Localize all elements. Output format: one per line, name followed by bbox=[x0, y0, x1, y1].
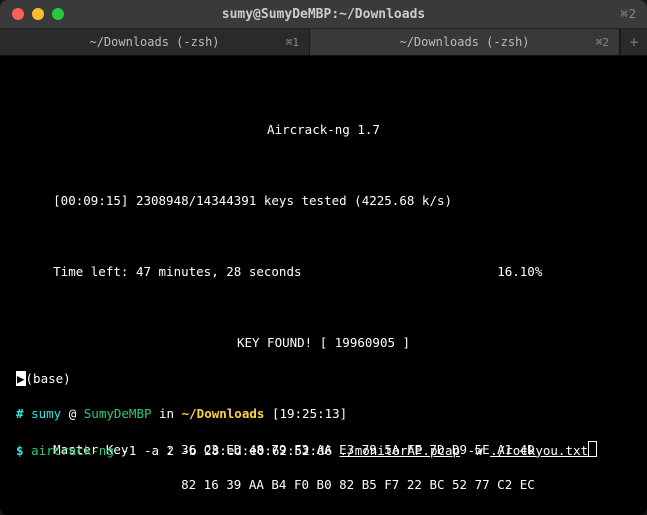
maximize-icon[interactable] bbox=[52, 8, 64, 20]
tab-label: ~/Downloads (-zsh) bbox=[89, 35, 219, 49]
titlebar-shortcut: ⌘2 bbox=[621, 7, 637, 21]
blank-line bbox=[8, 86, 639, 104]
prompt-block[interactable]: ▶(base) # sumy @ SumyDeMBP in ~/Download… bbox=[8, 340, 639, 501]
prompt-input[interactable]: $ aircrack-ng -1 -a 2 -b 28:ed:e0:62:52:… bbox=[16, 441, 631, 460]
new-tab-button[interactable]: + bbox=[620, 29, 647, 55]
blank-line bbox=[8, 157, 639, 175]
terminal-window: sumy@SumyDeMBP:~/Downloads ⌘2 ~/Download… bbox=[0, 0, 647, 515]
blank-line bbox=[8, 299, 639, 317]
progress-line: [00:09:15] 2308948/14344391 keys tested … bbox=[8, 192, 639, 210]
venv-indicator: ▶(base) bbox=[16, 370, 631, 388]
close-icon[interactable] bbox=[12, 8, 24, 20]
time-left-line: Time left: 47 minutes, 28 seconds 16.10% bbox=[8, 263, 639, 281]
cursor-icon bbox=[588, 441, 597, 457]
prompt-context: # sumy @ SumyDeMBP in ~/Downloads [19:25… bbox=[16, 405, 631, 423]
tab-2[interactable]: ~/Downloads (-zsh) ⌘2 bbox=[310, 29, 620, 55]
tab-1[interactable]: ~/Downloads (-zsh) ⌘1 bbox=[0, 29, 310, 55]
tab-label: ~/Downloads (-zsh) bbox=[399, 35, 529, 49]
window-title: sumy@SumyDeMBP:~/Downloads bbox=[0, 7, 647, 22]
traffic-lights bbox=[12, 8, 64, 20]
titlebar: sumy@SumyDeMBP:~/Downloads ⌘2 bbox=[0, 0, 647, 29]
tab-badge: ⌘1 bbox=[286, 36, 299, 49]
tab-badge: ⌘2 bbox=[596, 36, 609, 49]
app-title: Aircrack-ng 1.7 bbox=[8, 121, 639, 139]
tab-bar: ~/Downloads (-zsh) ⌘1 ~/Downloads (-zsh)… bbox=[0, 29, 647, 56]
minimize-icon[interactable] bbox=[32, 8, 44, 20]
blank-line bbox=[8, 228, 639, 246]
